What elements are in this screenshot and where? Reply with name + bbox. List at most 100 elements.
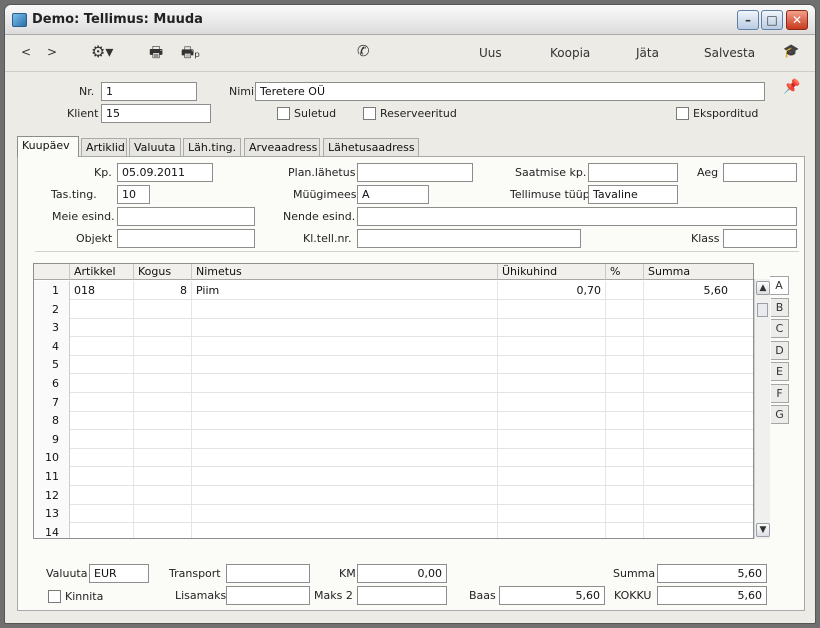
print-preview-icon[interactable]: 🖶ₚ: [181, 42, 200, 66]
cell-artikkel[interactable]: 018: [70, 281, 134, 300]
nr-field[interactable]: 1: [101, 82, 197, 101]
letter-tab-g[interactable]: G: [771, 405, 789, 424]
cell-hind[interactable]: [498, 299, 606, 319]
lisamaks-field[interactable]: [226, 586, 310, 605]
saatmise-field[interactable]: [588, 163, 678, 182]
cell-kogus[interactable]: [134, 336, 192, 356]
kinnita-checkbox[interactable]: [48, 590, 61, 603]
reserved-checkbox[interactable]: [363, 107, 376, 120]
cell-artikkel[interactable]: [70, 448, 134, 468]
cell-kogus[interactable]: [134, 485, 192, 505]
cell-hind[interactable]: [498, 336, 606, 356]
column-header[interactable]: %: [606, 264, 644, 280]
cell-kogus[interactable]: 8: [134, 281, 192, 300]
cell-pct[interactable]: [606, 299, 644, 319]
cell-artikkel[interactable]: [70, 504, 134, 524]
cell-kogus[interactable]: [134, 429, 192, 449]
table-row[interactable]: 7: [34, 392, 753, 412]
cell-nimetus[interactable]: [192, 522, 498, 538]
cell-hind[interactable]: [498, 392, 606, 412]
closed-checkbox[interactable]: [277, 107, 290, 120]
scroll-down-icon[interactable]: ▼: [756, 523, 770, 537]
cell-hind[interactable]: [498, 467, 606, 486]
pin-icon[interactable]: 📌: [783, 79, 800, 95]
cell-artikkel[interactable]: [70, 299, 134, 319]
letter-tab-a[interactable]: A: [770, 276, 789, 295]
maximize-button[interactable]: □: [761, 10, 783, 30]
column-header[interactable]: Ühikuhind: [498, 264, 606, 280]
cell-kogus[interactable]: [134, 448, 192, 468]
myygimees-field[interactable]: A: [357, 185, 429, 204]
exported-checkbox[interactable]: [676, 107, 689, 120]
cell-pct[interactable]: [606, 504, 644, 524]
cell-summa[interactable]: [644, 467, 753, 486]
cell-summa[interactable]: [644, 504, 753, 523]
name-field[interactable]: Teretere OÜ: [255, 82, 765, 101]
close-button[interactable]: ✕: [786, 10, 808, 30]
table-row[interactable]: 9: [34, 429, 753, 449]
cell-pct[interactable]: [606, 392, 644, 412]
letter-tab-d[interactable]: D: [771, 340, 789, 360]
cell-nimetus[interactable]: [192, 467, 498, 486]
objekt-field[interactable]: [117, 229, 255, 248]
table-row[interactable]: 11: [34, 467, 753, 486]
cell-kogus[interactable]: [134, 374, 192, 393]
cell-artikkel[interactable]: [70, 485, 134, 505]
cell-artikkel[interactable]: [70, 374, 134, 393]
save-button[interactable]: Salvesta: [704, 46, 755, 60]
column-header[interactable]: Artikkel: [70, 264, 134, 280]
chevron-right-icon[interactable]: >: [47, 45, 57, 59]
cell-kogus[interactable]: [134, 318, 192, 338]
valuuta-field[interactable]: EUR: [89, 564, 149, 583]
cell-kogus[interactable]: [134, 411, 192, 431]
cell-hind[interactable]: [498, 355, 606, 375]
cell-nimetus[interactable]: [192, 374, 498, 393]
cell-nimetus[interactable]: [192, 336, 498, 356]
tab-artiklid[interactable]: Artiklid: [81, 138, 127, 156]
cell-artikkel[interactable]: [70, 318, 134, 338]
grid-scrollbar[interactable]: ▲ ▼: [754, 279, 770, 539]
cell-artikkel[interactable]: [70, 467, 134, 486]
cell-kogus[interactable]: [134, 355, 192, 375]
kltell-field[interactable]: [357, 229, 581, 248]
scroll-thumb[interactable]: [757, 303, 768, 317]
transport-field[interactable]: [226, 564, 310, 583]
tas-field[interactable]: 10: [117, 185, 150, 204]
cell-pct[interactable]: [606, 429, 644, 449]
cell-hind[interactable]: [498, 318, 606, 338]
cell-nimetus[interactable]: [192, 318, 498, 338]
aeg-field[interactable]: [723, 163, 797, 182]
km-field[interactable]: 0,00: [357, 564, 447, 583]
minimize-button[interactable]: –: [737, 10, 759, 30]
cell-artikkel[interactable]: [70, 411, 134, 431]
cell-nimetus[interactable]: [192, 299, 498, 319]
tyyp-field[interactable]: Tavaline: [588, 185, 678, 204]
order-rows-grid[interactable]: Artikkel Kogus Nimetus Ühikuhind % Summa…: [33, 263, 754, 539]
cell-pct[interactable]: [606, 448, 644, 468]
cell-pct[interactable]: [606, 374, 644, 393]
letter-tab-b[interactable]: B: [771, 297, 789, 317]
tab-lahetusaadress[interactable]: Lähetusaadress: [323, 138, 419, 156]
cell-summa[interactable]: [644, 300, 753, 319]
cell-nimetus[interactable]: Piim: [192, 281, 498, 300]
cell-kogus[interactable]: [134, 504, 192, 524]
cell-pct[interactable]: [606, 281, 644, 300]
cell-nimetus[interactable]: [192, 355, 498, 375]
cell-kogus[interactable]: [134, 392, 192, 412]
tab-valuuta[interactable]: Valuuta: [129, 138, 181, 156]
letter-tab-e[interactable]: E: [771, 362, 789, 381]
table-row[interactable]: 14: [34, 522, 753, 538]
cell-summa[interactable]: [644, 337, 753, 356]
chevron-left-icon[interactable]: <: [21, 45, 31, 59]
cell-hind[interactable]: [498, 374, 606, 393]
title-bar[interactable]: Demo: Tellimus: Muuda – □ ✕: [5, 5, 815, 35]
cell-summa[interactable]: [644, 355, 753, 374]
cell-summa[interactable]: [644, 523, 753, 538]
help-icon[interactable]: 🎓: [783, 44, 799, 59]
cell-summa[interactable]: [644, 430, 753, 449]
kp-field[interactable]: 05.09.2011: [117, 163, 213, 182]
maks2-field[interactable]: [357, 586, 447, 605]
cell-artikkel[interactable]: [70, 355, 134, 375]
cell-nimetus[interactable]: [192, 429, 498, 449]
skip-button[interactable]: Jäta: [636, 46, 659, 60]
